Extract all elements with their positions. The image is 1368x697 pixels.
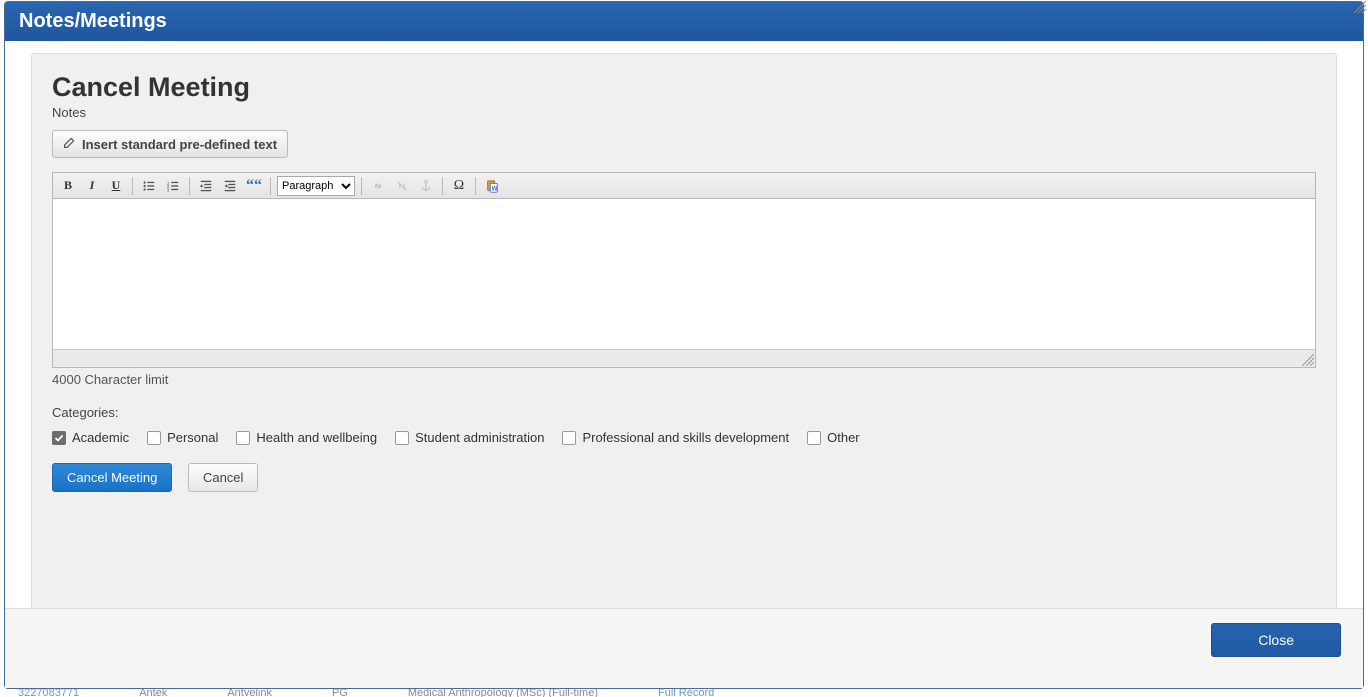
- modal-scroll-area[interactable]: Cancel Meeting Notes Insert standard pre…: [5, 41, 1363, 608]
- format-select[interactable]: Paragraph: [277, 176, 355, 196]
- category-other[interactable]: Other: [807, 430, 860, 445]
- underline-icon: U: [112, 178, 121, 193]
- bold-button[interactable]: B: [58, 176, 78, 196]
- svg-text:W: W: [492, 185, 498, 192]
- category-label: Health and wellbeing: [256, 430, 377, 445]
- category-label: Student administration: [415, 430, 544, 445]
- insert-predefined-text-button[interactable]: Insert standard pre-defined text: [52, 130, 288, 158]
- indent-icon: [223, 179, 237, 193]
- notes-label: Notes: [52, 105, 1316, 120]
- bulleted-list-icon: [142, 179, 156, 193]
- checkbox[interactable]: [236, 431, 250, 445]
- category-health-and-wellbeing[interactable]: Health and wellbeing: [236, 430, 377, 445]
- modal-dialog: Notes/Meetings Cancel Meeting Notes Inse…: [4, 1, 1364, 689]
- ordered-list-button[interactable]: 123: [163, 176, 183, 196]
- category-personal[interactable]: Personal: [147, 430, 218, 445]
- indent-button[interactable]: [220, 176, 240, 196]
- blockquote-button[interactable]: ““: [244, 176, 264, 196]
- checkbox[interactable]: [147, 431, 161, 445]
- paste-from-word-button[interactable]: W: [482, 176, 502, 196]
- category-student-administration[interactable]: Student administration: [395, 430, 544, 445]
- modal-header: Notes/Meetings: [5, 2, 1363, 41]
- link-button[interactable]: [368, 176, 388, 196]
- outdent-button[interactable]: [196, 176, 216, 196]
- notes-textarea[interactable]: [53, 199, 1315, 349]
- svg-text:3: 3: [167, 187, 170, 192]
- unlink-button[interactable]: [392, 176, 412, 196]
- toolbar-separator: [132, 177, 133, 195]
- italic-icon: I: [90, 178, 95, 193]
- action-bar: Cancel Meeting Cancel: [52, 463, 1316, 492]
- page-title: Cancel Meeting: [52, 72, 1316, 103]
- close-button[interactable]: Close: [1211, 623, 1341, 657]
- anchor-button[interactable]: [416, 176, 436, 196]
- modal-resize-handle[interactable]: [1354, 1, 1366, 13]
- cancel-button[interactable]: Cancel: [188, 463, 258, 492]
- insert-button-label: Insert standard pre-defined text: [82, 137, 277, 152]
- categories-label: Categories:: [52, 405, 1316, 420]
- category-academic[interactable]: Academic: [52, 430, 129, 445]
- categories-row: Academic Personal Health and wellbeing Stud…: [52, 430, 1316, 445]
- link-icon: [371, 179, 385, 193]
- cancel-meeting-button[interactable]: Cancel Meeting: [52, 463, 172, 492]
- numbered-list-icon: 123: [166, 179, 180, 193]
- checkbox[interactable]: [395, 431, 409, 445]
- paste-word-icon: W: [485, 179, 499, 193]
- character-limit-label: 4000 Character limit: [52, 372, 1316, 387]
- category-label: Personal: [167, 430, 218, 445]
- modal-title: Notes/Meetings: [19, 10, 167, 32]
- modal-body: Cancel Meeting Notes Insert standard pre…: [5, 41, 1363, 688]
- category-label: Other: [827, 430, 860, 445]
- editor-status-bar: [53, 349, 1315, 367]
- checkbox[interactable]: [807, 431, 821, 445]
- editor-resize-handle[interactable]: [1302, 354, 1314, 366]
- toolbar-separator: [361, 177, 362, 195]
- content-panel: Cancel Meeting Notes Insert standard pre…: [31, 53, 1337, 608]
- special-char-button[interactable]: Ω: [449, 176, 469, 196]
- category-label: Academic: [72, 430, 129, 445]
- category-label: Professional and skills development: [582, 430, 789, 445]
- underline-button[interactable]: U: [106, 176, 126, 196]
- toolbar-separator: [442, 177, 443, 195]
- bold-icon: B: [64, 178, 72, 193]
- italic-button[interactable]: I: [82, 176, 102, 196]
- editor-toolbar: B I U 123: [53, 173, 1315, 199]
- checkbox[interactable]: [562, 431, 576, 445]
- toolbar-separator: [189, 177, 190, 195]
- unordered-list-button[interactable]: [139, 176, 159, 196]
- toolbar-separator: [270, 177, 271, 195]
- outdent-icon: [199, 179, 213, 193]
- unlink-icon: [395, 179, 409, 193]
- category-professional-and-skills-development[interactable]: Professional and skills development: [562, 430, 789, 445]
- modal-footer: Close: [5, 608, 1363, 688]
- edit-icon: [63, 136, 76, 152]
- anchor-icon: [419, 179, 433, 193]
- toolbar-separator: [475, 177, 476, 195]
- checkbox[interactable]: [52, 431, 66, 445]
- rich-text-editor: B I U 123: [52, 172, 1316, 368]
